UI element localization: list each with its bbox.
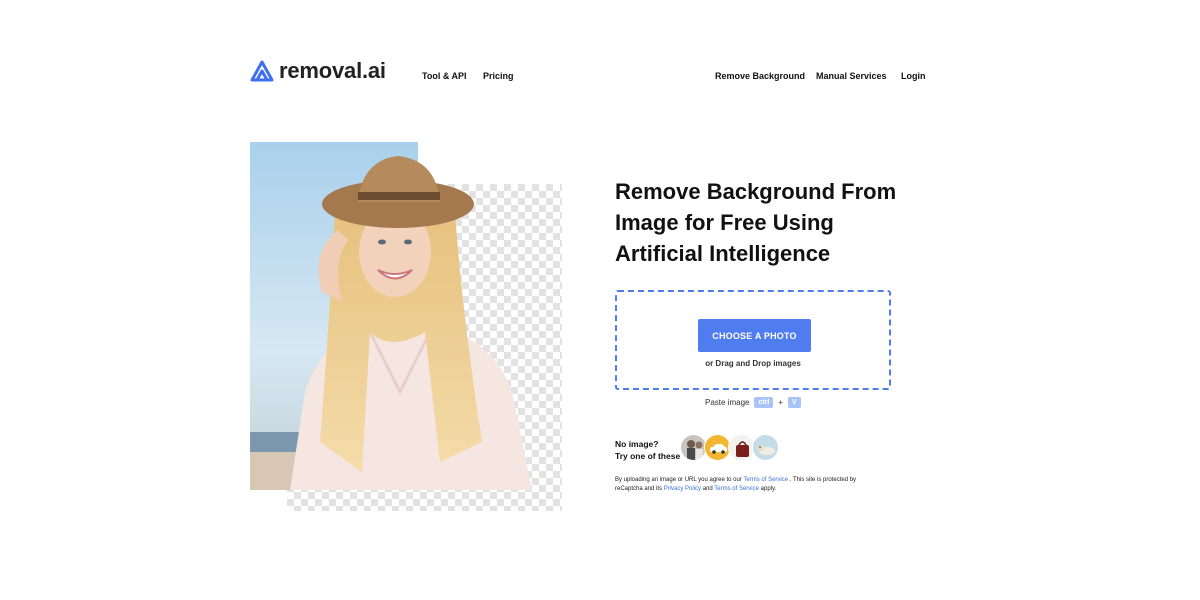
terms-link-2[interactable]: Terms of Service [714,486,759,492]
logo-text: removal.ai [279,58,386,83]
legal-text-1: By uploading an image or URL you agree t… [615,477,742,483]
hero-image [250,142,562,511]
terms-link[interactable]: Terms of Service [743,477,788,483]
v-key: V [788,397,801,408]
logo[interactable]: removal.ai [249,58,386,84]
no-image-line-2: Try one of these [615,451,681,461]
headline-line-2: Image for Free Using [615,210,834,235]
sample-car-icon[interactable] [704,434,731,461]
headline-line-3: Artificial Intelligence [615,241,831,266]
sample-images [680,434,779,461]
no-image-line-1: No image? [615,439,659,449]
paste-label: Paste image [705,398,750,407]
legal-text-3: and [702,486,713,492]
legal-notice: By uploading an image or URL you agree t… [615,476,885,494]
nav-pricing[interactable]: Pricing [483,71,514,81]
ctrl-key: ctrl [754,397,774,408]
privacy-policy-link[interactable]: Privacy Policy [664,486,701,492]
no-image-prompt: No image? Try one of these [615,438,680,462]
headline-line-1: Remove Background From [615,179,897,204]
hero-photo [250,142,532,490]
nav-login[interactable]: Login [901,71,926,81]
upload-dropzone[interactable]: CHOOSE A PHOTO or Drag and Drop images [615,290,891,390]
sample-people-icon[interactable] [680,434,707,461]
drag-drop-text: or Drag and Drop images [705,359,801,368]
plus-sign: + [778,398,784,407]
logo-mark-icon [250,60,274,82]
hero-headline: Remove Background From Image for Free Us… [615,176,915,269]
choose-photo-button[interactable]: CHOOSE A PHOTO [698,319,811,352]
sample-bag-icon[interactable] [728,434,755,461]
nav-remove-background[interactable]: Remove Background [715,71,805,81]
nav-manual-services[interactable]: Manual Services [816,71,887,81]
legal-text-4: apply. [760,486,777,492]
nav-tool-api[interactable]: Tool & API [422,71,467,81]
sample-dog-icon[interactable] [752,434,779,461]
paste-hint: Paste image ctrl + V [705,397,801,408]
